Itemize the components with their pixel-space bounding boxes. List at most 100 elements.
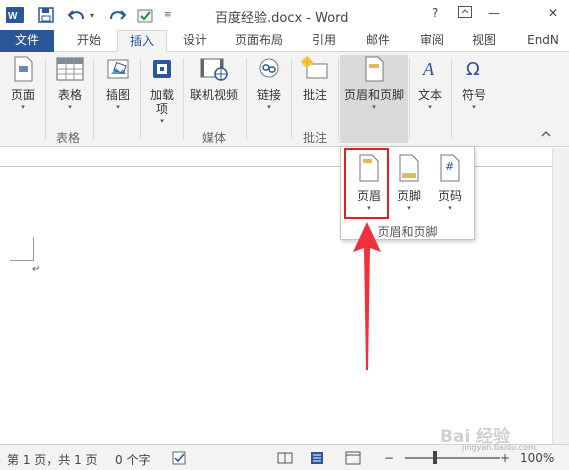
online-video-label: 联机视频 — [189, 88, 238, 102]
links-dropdown-icon: ▾ — [267, 103, 271, 111]
group-label-tables: 表格 — [56, 131, 81, 145]
page-label: 页面 — [10, 88, 35, 102]
ribbon: 页面 ▾ 表格 ▾ 表格 插图 ▾ 加载 项 ▾ 联机视频 媒体 链接 ▾ 批注… — [0, 52, 569, 147]
group-separator — [338, 58, 339, 140]
word-count[interactable]: 0 个字 — [115, 451, 150, 468]
tab-page-layout[interactable]: 页面布局 — [227, 30, 291, 52]
header-footer-icon — [341, 56, 407, 85]
save-icon[interactable] — [38, 5, 54, 25]
text-dropdown-icon: ▾ — [428, 103, 432, 111]
table-dropdown-icon: ▾ — [68, 103, 72, 111]
check-icon[interactable] — [137, 5, 155, 25]
addins-dropdown-icon: ▾ — [160, 117, 164, 125]
tab-references[interactable]: 引用 — [302, 30, 346, 52]
illustrations-icon — [100, 56, 136, 85]
group-label-media: 媒体 — [202, 131, 227, 145]
word-logo-icon: W — [6, 5, 24, 25]
tab-endnote[interactable]: EndN — [518, 30, 568, 52]
tab-file[interactable]: 文件 — [0, 30, 54, 52]
web-layout-icon[interactable] — [345, 451, 361, 468]
page-number-label: 页码 — [437, 189, 462, 203]
online-video-button[interactable]: 联机视频 — [188, 56, 240, 102]
footer-page-icon — [399, 154, 419, 182]
text-icon: A — [414, 56, 446, 85]
page-number-option[interactable]: # 页码 ▾ — [432, 154, 468, 212]
text-label: 文本 — [417, 88, 442, 102]
print-layout-icon[interactable] — [309, 451, 325, 468]
svg-text:A: A — [422, 59, 435, 79]
margin-corner-mark — [10, 237, 34, 261]
symbols-button[interactable]: Ω 符号 ▾ — [456, 56, 492, 111]
group-separator — [183, 58, 184, 140]
omega-icon: Ω — [456, 56, 492, 85]
title-bar: W ▾ ≡ 百度经验.docx - Word ? — ✕ — [0, 0, 569, 30]
zoom-level[interactable]: 100% — [520, 451, 554, 465]
illustrations-dropdown-icon: ▾ — [116, 103, 120, 111]
help-button[interactable]: ? — [432, 6, 438, 20]
group-separator — [246, 58, 247, 140]
group-label-comments: 批注 — [303, 131, 328, 145]
svg-text:#: # — [445, 160, 454, 173]
group-separator — [45, 58, 46, 140]
page-icon — [6, 56, 40, 85]
header-footer-dropdown-icon: ▾ — [372, 103, 376, 111]
zoom-slider[interactable] — [405, 457, 500, 459]
footer-dropdown-icon: ▾ — [407, 204, 411, 212]
zoom-out-button[interactable]: − — [384, 451, 394, 465]
comment-label: 批注 — [302, 88, 327, 102]
footer-label: 页脚 — [396, 189, 421, 203]
symbols-dropdown-icon: ▾ — [472, 103, 476, 111]
proofing-icon[interactable] — [172, 451, 188, 468]
ribbon-display-icon[interactable] — [458, 6, 472, 21]
illustrations-label: 插图 — [105, 88, 130, 102]
tab-insert[interactable]: 插入 — [117, 30, 167, 52]
minimize-button[interactable]: — — [488, 6, 500, 20]
group-separator — [140, 58, 141, 140]
close-button[interactable]: ✕ — [548, 6, 558, 20]
footer-option[interactable]: 页脚 ▾ — [391, 154, 427, 212]
header-highlight-box — [344, 148, 389, 219]
group-separator — [451, 58, 452, 140]
illustrations-button[interactable]: 插图 ▾ — [100, 56, 136, 111]
table-label: 表格 — [57, 88, 82, 102]
window-title: 百度经验.docx - Word — [215, 11, 349, 26]
symbols-label: 符号 — [461, 88, 486, 102]
zoom-slider-thumb[interactable] — [433, 451, 438, 464]
comment-button[interactable]: 批注 — [298, 56, 332, 102]
svg-text:W: W — [8, 11, 18, 22]
header-footer-label: 页眉和页脚 — [343, 88, 404, 102]
zoom-in-button[interactable]: + — [500, 451, 510, 465]
addins-button[interactable]: 加载 项 ▾ — [146, 56, 178, 125]
tab-mailings[interactable]: 邮件 — [356, 30, 400, 52]
page-button[interactable]: 页面 ▾ — [6, 56, 40, 111]
addins-icon — [146, 56, 178, 85]
svg-text:Ω: Ω — [466, 59, 480, 80]
tab-design[interactable]: 设计 — [173, 30, 217, 52]
page-number-icon: # — [440, 154, 460, 182]
paragraph-mark: ↵ — [32, 264, 41, 275]
tab-view[interactable]: 视图 — [462, 30, 506, 52]
addins-label: 加载 项 — [149, 88, 174, 116]
undo-icon[interactable] — [68, 5, 86, 25]
tab-review[interactable]: 审阅 — [410, 30, 454, 52]
read-mode-icon[interactable] — [277, 451, 293, 468]
header-footer-button[interactable]: 页眉和页脚 ▾ — [341, 56, 407, 111]
customize-qat-icon[interactable]: ≡ — [164, 5, 172, 25]
page-dropdown-icon: ▾ — [21, 103, 25, 111]
links-button[interactable]: 链接 ▾ — [252, 56, 286, 111]
page-count[interactable]: 第 1 页，共 1 页 — [7, 451, 98, 468]
collapse-ribbon-icon[interactable] — [541, 130, 551, 140]
undo-dropdown-icon[interactable]: ▾ — [90, 5, 94, 25]
redo-icon[interactable] — [108, 5, 126, 25]
baidu-watermark-url: jingyan.baidu.com — [462, 443, 536, 452]
table-button[interactable]: 表格 ▾ — [52, 56, 88, 111]
group-separator — [291, 58, 292, 140]
links-label: 链接 — [256, 88, 281, 102]
tab-home[interactable]: 开始 — [66, 30, 112, 52]
text-button[interactable]: A 文本 ▾ — [414, 56, 446, 111]
group-separator — [93, 58, 94, 140]
page-number-dropdown-icon: ▾ — [448, 204, 452, 212]
vertical-scrollbar[interactable] — [552, 148, 569, 444]
online-video-icon — [188, 56, 240, 85]
table-icon — [52, 56, 88, 85]
